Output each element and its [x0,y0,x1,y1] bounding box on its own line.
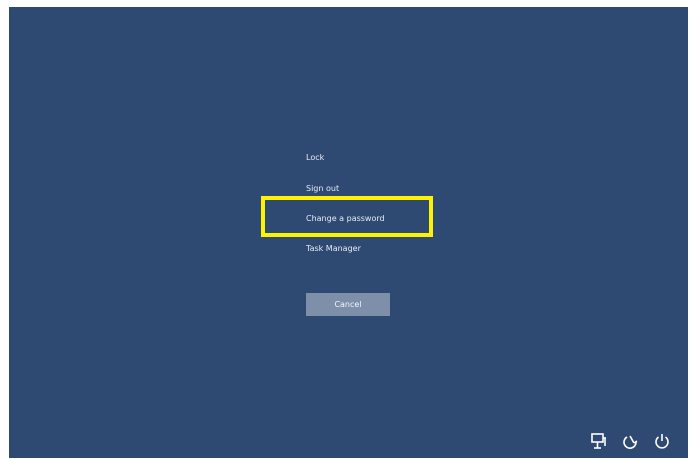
ctrl-alt-del-screen: Lock Sign out Change a password Task Man… [9,7,688,458]
sign-out-option[interactable]: Sign out [306,184,339,193]
network-icon[interactable] [590,432,608,450]
ease-of-access-icon[interactable] [622,432,640,450]
power-icon[interactable] [653,432,671,450]
task-manager-option[interactable]: Task Manager [306,244,361,253]
lock-option[interactable]: Lock [306,153,324,162]
highlight-box [261,196,433,237]
cancel-button[interactable]: Cancel [306,293,390,316]
